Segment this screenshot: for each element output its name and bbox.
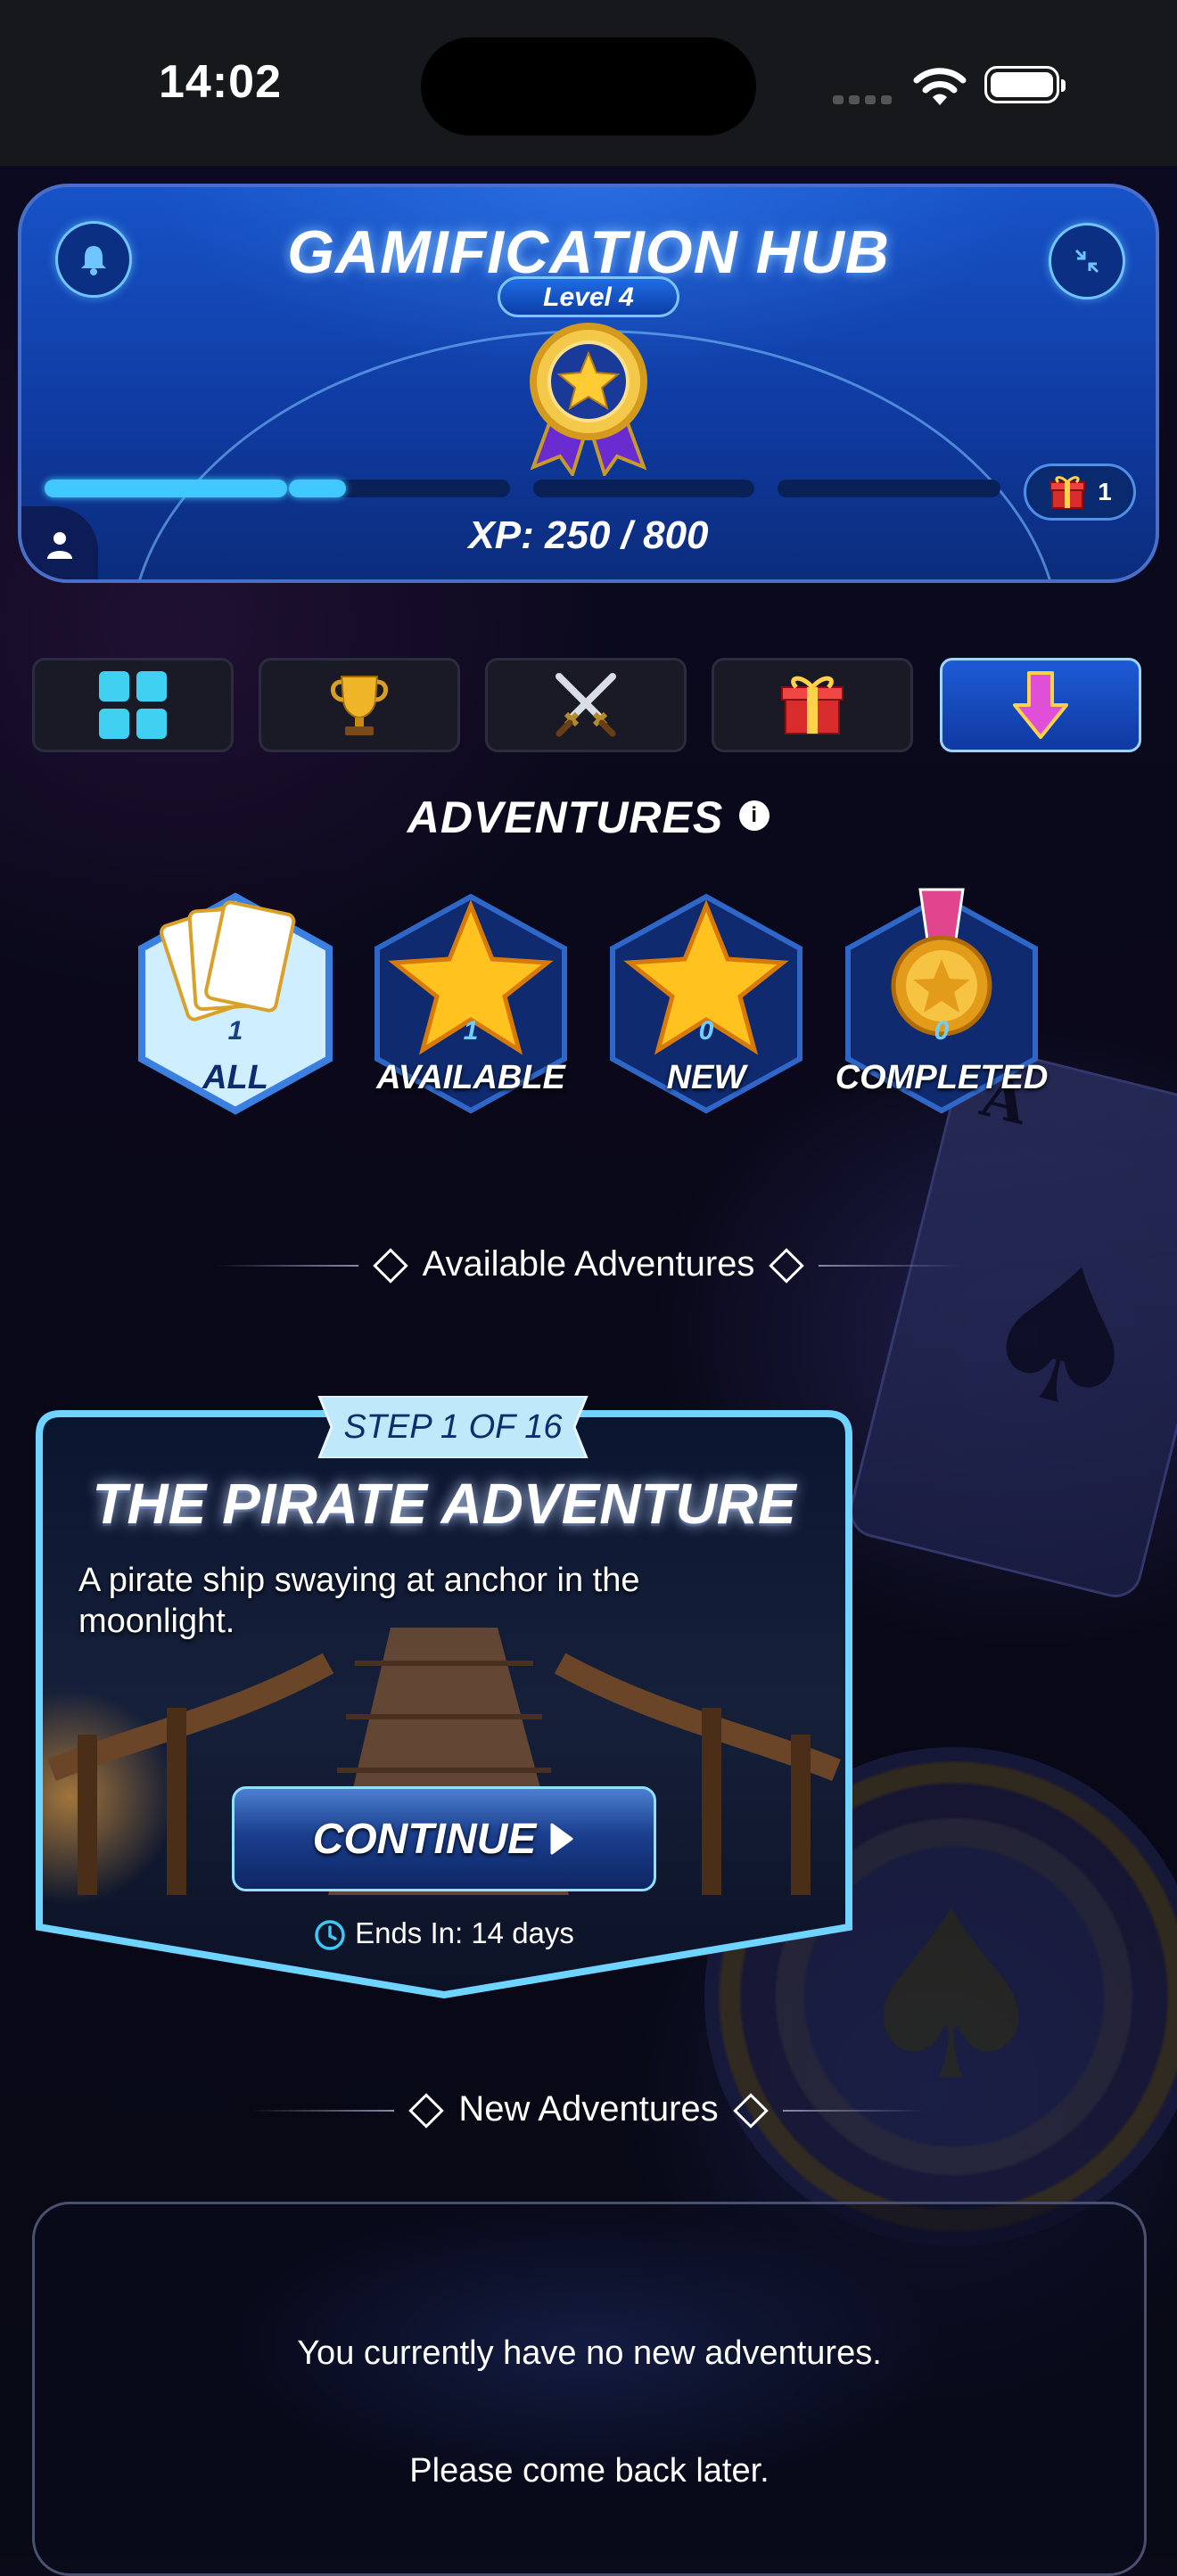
xp-progress-segment-2 — [289, 480, 510, 497]
bell-icon — [81, 246, 106, 275]
level-badge: Level 4 — [498, 276, 679, 317]
filter-completed-count: 0 — [934, 1016, 950, 1046]
tab-adventures[interactable] — [940, 658, 1141, 752]
status-bar: 14:02 — [0, 0, 1177, 166]
adventure-title: THE PIRATE ADVENTURE — [92, 1472, 796, 1536]
continue-button-label: CONTINUE — [312, 1815, 537, 1863]
filter-all-count: 1 — [227, 1016, 243, 1046]
tab-overview[interactable] — [32, 658, 234, 752]
level-medal-icon — [530, 323, 647, 476]
tab-achievements[interactable] — [259, 658, 460, 752]
tab-challenges[interactable] — [485, 658, 687, 752]
user-icon — [47, 532, 72, 559]
filter-available-count: 1 — [463, 1016, 479, 1046]
wifi-icon — [913, 68, 967, 105]
gamification-hub-header: GAMIFICATION HUB Level 4 1 XP: 250 / 800 — [18, 184, 1159, 583]
xp-progress-segment-4 — [778, 480, 1000, 497]
status-time: 14:02 — [159, 56, 282, 108]
available-adventures-heading: Available Adventures — [422, 1244, 755, 1284]
xp-progress-segment-1 — [45, 480, 287, 497]
collapse-arrows-icon — [1074, 249, 1099, 274]
new-adventures-divider: New Adventures — [0, 2089, 1177, 2129]
empty-submessage: Please come back later. — [409, 2452, 770, 2490]
empty-message: You currently have no new adventures. — [297, 2334, 882, 2372]
adventure-description: A pirate ship swaying at anchor in the m… — [78, 1562, 640, 1640]
ends-in-value: 14 days — [471, 1916, 574, 1949]
section-title-text: ADVENTURES — [407, 792, 724, 842]
download-arrow-icon — [1013, 671, 1068, 739]
filter-all[interactable]: 1 ALL — [128, 888, 342, 1120]
step-label: STEP 1 OF 16 — [343, 1408, 563, 1446]
filter-completed[interactable]: 0 COMPLETED — [835, 888, 1049, 1120]
info-icon[interactable]: i — [739, 800, 770, 831]
filter-available-label: AVAILABLE — [376, 1059, 565, 1096]
ends-in-label: Ends In: — [355, 1916, 464, 1949]
filter-new-count: 0 — [698, 1016, 714, 1046]
new-adventures-panel: You currently have no new adventures. Pl… — [32, 2202, 1147, 2576]
battery-icon — [984, 66, 1066, 103]
tab-rewards[interactable] — [712, 658, 913, 752]
gift-icon — [781, 676, 844, 734]
notifications-button[interactable] — [55, 221, 132, 298]
collapse-button[interactable] — [1049, 223, 1125, 299]
crossed-swords-icon — [556, 673, 616, 737]
xp-text: XP: 250 / 800 — [468, 513, 709, 557]
filter-completed-label: COMPLETED — [835, 1059, 1049, 1096]
cellular-signal-icon — [833, 93, 897, 109]
play-icon — [550, 1823, 573, 1855]
medal-icon — [891, 888, 992, 1037]
new-adventures-heading: New Adventures — [458, 2089, 719, 2129]
rewards-badge[interactable]: 1 — [1024, 464, 1136, 521]
available-adventures-divider: Available Adventures — [0, 1244, 1177, 1284]
xp-progress-segment-3 — [533, 480, 754, 497]
gift-icon — [1049, 476, 1086, 509]
clock-icon — [315, 1920, 345, 1951]
ends-in: Ends In: 14 days — [34, 1916, 854, 1951]
trophy-icon — [331, 676, 388, 735]
rewards-count: 1 — [1098, 478, 1112, 505]
filter-all-label: ALL — [202, 1059, 268, 1096]
grid-icon — [99, 671, 167, 739]
continue-button[interactable]: CONTINUE — [232, 1786, 656, 1891]
dynamic-island — [421, 37, 756, 135]
filter-new[interactable]: 0 NEW — [599, 888, 813, 1120]
filter-new-label: NEW — [666, 1059, 746, 1096]
adventure-card[interactable]: STEP 1 OF 16 THE PIRATE ADVENTURE A pira… — [34, 1396, 854, 1998]
filter-available[interactable]: 1 AVAILABLE — [364, 888, 578, 1120]
section-title: ADVENTURES i — [0, 792, 1177, 843]
